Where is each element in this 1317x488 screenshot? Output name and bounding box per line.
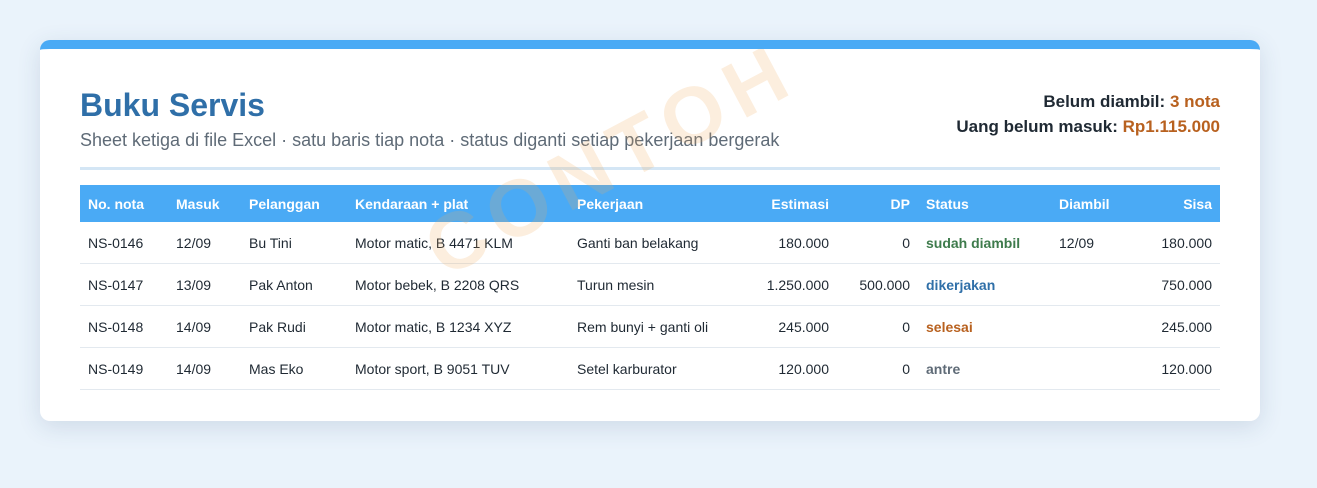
service-table: No. nota Masuk Pelanggan Kendaraan + pla… xyxy=(80,185,1220,390)
col-header-pelanggan: Pelanggan xyxy=(241,185,347,222)
table-body: NS-0146 12/09 Bu Tini Motor matic, B 447… xyxy=(80,222,1220,390)
col-header-estimasi: Estimasi xyxy=(749,185,837,222)
cell-nota: NS-0147 xyxy=(80,263,168,306)
status-badge: dikerjakan xyxy=(918,263,1051,306)
col-header-masuk: Masuk xyxy=(168,185,241,222)
col-header-sisa: Sisa xyxy=(1131,185,1220,222)
cell-masuk: 13/09 xyxy=(168,263,241,306)
cell-pekerjaan: Turun mesin xyxy=(569,263,749,306)
summary-pending-label: Belum diambil: xyxy=(1043,92,1166,111)
cell-sisa: 750.000 xyxy=(1131,263,1220,306)
table-header: No. nota Masuk Pelanggan Kendaraan + pla… xyxy=(80,185,1220,222)
cell-diambil xyxy=(1051,347,1131,390)
col-header-diambil: Diambil xyxy=(1051,185,1131,222)
cell-kendaraan: Motor sport, B 9051 TUV xyxy=(347,347,569,390)
summary-unpaid-value: Rp1.115.000 xyxy=(1122,117,1220,136)
page-title: Buku Servis xyxy=(80,87,265,123)
cell-kendaraan: Motor matic, B 1234 XYZ xyxy=(347,305,569,348)
service-book-card: Buku Servis Sheet ketiga di file Excel ·… xyxy=(40,40,1260,421)
cell-masuk: 14/09 xyxy=(168,347,241,390)
cell-kendaraan: Motor bebek, B 2208 QRS xyxy=(347,263,569,306)
cell-nota: NS-0148 xyxy=(80,305,168,348)
summary-box: Belum diambil: 3 nota Uang belum masuk: … xyxy=(956,89,1220,139)
status-badge: selesai xyxy=(918,305,1051,348)
table-header-row: No. nota Masuk Pelanggan Kendaraan + pla… xyxy=(80,185,1220,222)
status-badge: sudah diambil xyxy=(918,222,1051,264)
table-row: NS-0146 12/09 Bu Tini Motor matic, B 447… xyxy=(80,222,1220,264)
cell-masuk: 14/09 xyxy=(168,305,241,348)
cell-sisa: 180.000 xyxy=(1131,222,1220,264)
summary-unpaid-money: Uang belum masuk: Rp1.115.000 xyxy=(956,114,1220,139)
cell-nota: NS-0149 xyxy=(80,347,168,390)
col-header-dp: DP xyxy=(837,185,918,222)
status-badge: antre xyxy=(918,347,1051,390)
cell-pekerjaan: Rem bunyi + ganti oli xyxy=(569,305,749,348)
cell-pekerjaan: Setel karburator xyxy=(569,347,749,390)
table-row: NS-0148 14/09 Pak Rudi Motor matic, B 12… xyxy=(80,305,1220,348)
cell-pekerjaan: Ganti ban belakang xyxy=(569,222,749,264)
table-row: NS-0149 14/09 Mas Eko Motor sport, B 905… xyxy=(80,347,1220,390)
cell-diambil xyxy=(1051,305,1131,348)
cell-estimasi: 1.250.000 xyxy=(749,263,837,306)
cell-diambil: 12/09 xyxy=(1051,222,1131,264)
cell-estimasi: 120.000 xyxy=(749,347,837,390)
page-header: Buku Servis Sheet ketiga di file Excel ·… xyxy=(80,49,1220,170)
cell-pelanggan: Pak Rudi xyxy=(241,305,347,348)
cell-sisa: 245.000 xyxy=(1131,305,1220,348)
cell-pelanggan: Bu Tini xyxy=(241,222,347,264)
page-subtitle: Sheet ketiga di file Excel · satu baris … xyxy=(80,130,780,150)
cell-pelanggan: Pak Anton xyxy=(241,263,347,306)
cell-nota: NS-0146 xyxy=(80,222,168,264)
col-header-kendaraan: Kendaraan + plat xyxy=(347,185,569,222)
summary-pending-value: 3 nota xyxy=(1169,92,1220,111)
table-row: NS-0147 13/09 Pak Anton Motor bebek, B 2… xyxy=(80,263,1220,306)
cell-pelanggan: Mas Eko xyxy=(241,347,347,390)
cell-dp: 500.000 xyxy=(837,263,918,306)
cell-sisa: 120.000 xyxy=(1131,347,1220,390)
col-header-status: Status xyxy=(918,185,1051,222)
cell-estimasi: 245.000 xyxy=(749,305,837,348)
cell-dp: 0 xyxy=(837,347,918,390)
col-header-pekerjaan: Pekerjaan xyxy=(569,185,749,222)
col-header-nota: No. nota xyxy=(80,185,168,222)
summary-pending-pickup: Belum diambil: 3 nota xyxy=(956,89,1220,114)
summary-unpaid-label: Uang belum masuk: xyxy=(956,117,1118,136)
cell-dp: 0 xyxy=(837,222,918,264)
cell-dp: 0 xyxy=(837,305,918,348)
cell-kendaraan: Motor matic, B 4471 KLM xyxy=(347,222,569,264)
cell-estimasi: 180.000 xyxy=(749,222,837,264)
cell-diambil xyxy=(1051,263,1131,306)
cell-masuk: 12/09 xyxy=(168,222,241,264)
